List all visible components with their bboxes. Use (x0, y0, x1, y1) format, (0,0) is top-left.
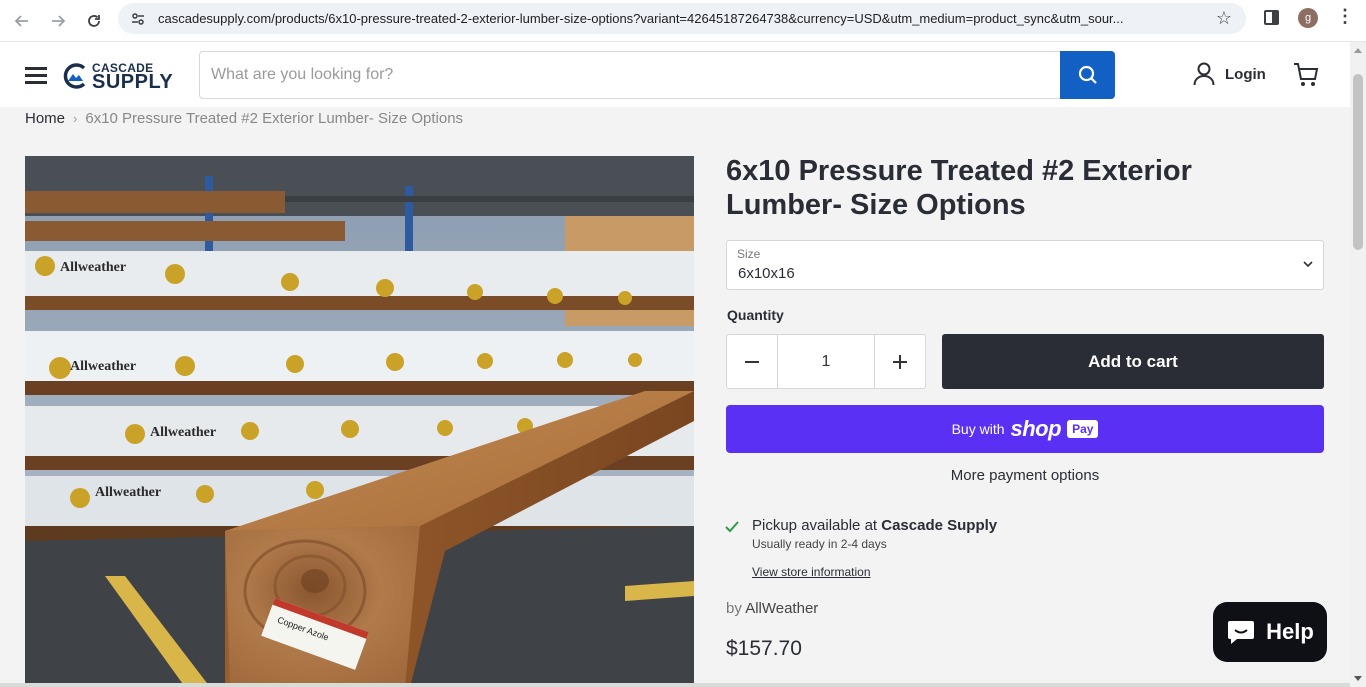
bottom-divider (0, 683, 1350, 687)
pickup-prefix: Pickup available at (752, 517, 878, 534)
vendor-line: by AllWeather (726, 600, 818, 617)
quantity-decrease-button[interactable] (727, 335, 778, 388)
plus-icon (893, 354, 907, 369)
breadcrumb-current: 6x10 Pressure Treated #2 Exterior Lumber… (85, 110, 464, 127)
size-label: Size (737, 247, 761, 261)
svg-text:Allweather: Allweather (60, 260, 126, 275)
login-link[interactable]: Login (1193, 62, 1266, 86)
svg-text:Allweather: Allweather (150, 425, 216, 440)
chat-bubble-icon (1228, 621, 1255, 644)
forward-arrow-icon[interactable] (45, 8, 71, 34)
add-to-cart-button[interactable]: Add to cart (942, 334, 1324, 389)
quantity-input[interactable] (779, 335, 873, 388)
help-label: Help (1266, 619, 1314, 644)
side-panel-icon[interactable] (1264, 10, 1279, 25)
address-bar[interactable]: cascadesupply.com/products/6x10-pressure… (118, 3, 1246, 34)
cart-icon[interactable] (1293, 62, 1319, 93)
search-icon (1078, 65, 1097, 84)
site-settings-icon[interactable] (130, 11, 146, 27)
more-payment-options-link[interactable]: More payment options (726, 467, 1324, 484)
scroll-down-arrow-icon[interactable] (1354, 676, 1362, 681)
reload-icon[interactable] (81, 8, 107, 34)
svg-text:Allweather: Allweather (95, 485, 161, 500)
breadcrumb: Home › 6x10 Pressure Treated #2 Exterior… (25, 110, 463, 127)
user-icon (1193, 62, 1215, 86)
quantity-increase-button[interactable] (874, 335, 925, 388)
size-select[interactable]: Size 6x10x16 (726, 240, 1324, 290)
url-text[interactable]: cascadesupply.com/products/6x10-pressure… (158, 11, 1203, 26)
hamburger-menu-icon[interactable] (25, 67, 47, 84)
browser-toolbar: cascadesupply.com/products/6x10-pressure… (0, 0, 1366, 42)
svg-text:Allweather: Allweather (70, 359, 136, 374)
view-store-information-link[interactable]: View store information (752, 565, 871, 579)
pickup-store-name: Cascade Supply (881, 517, 998, 534)
shop-logo-text: shop (1010, 416, 1062, 441)
login-label: Login (1225, 65, 1266, 83)
search-button[interactable] (1060, 51, 1115, 99)
browser-menu-icon[interactable]: ⋮ (1336, 6, 1354, 27)
checkmark-icon (725, 520, 739, 536)
product-image[interactable]: Allweather Allweather Allweather Allweat… (25, 156, 694, 687)
scroll-up-arrow-icon[interactable] (1354, 48, 1362, 53)
logo-text-bottom: SUPPLY (92, 71, 174, 93)
minus-icon (745, 360, 759, 363)
chevron-down-icon (1303, 259, 1313, 271)
breadcrumb-home-link[interactable]: Home (25, 110, 65, 127)
size-value: 6x10x16 (738, 265, 795, 282)
logo-mountain-icon (63, 63, 86, 89)
breadcrumb-separator: › (73, 111, 78, 126)
quantity-label: Quantity (727, 307, 784, 323)
product-title: 6x10 Pressure Treated #2 Exterior Lumber… (726, 155, 1192, 221)
search-input[interactable] (200, 52, 1060, 98)
product-price: $157.70 (726, 637, 802, 660)
page-scrollbar[interactable] (1350, 42, 1366, 687)
vendor-prefix: by (726, 600, 742, 617)
site-logo[interactable]: CASCADE SUPPLY (62, 60, 174, 93)
buy-with-label: Buy with (951, 421, 1005, 437)
vendor-name[interactable]: AllWeather (745, 600, 818, 617)
scrollbar-thumb[interactable] (1353, 74, 1363, 250)
pickup-ready-time: Usually ready in 2-4 days (752, 537, 887, 551)
site-header: CASCADE SUPPLY Login (0, 42, 1350, 107)
back-arrow-icon[interactable] (9, 8, 35, 34)
help-chat-button[interactable]: Help (1213, 602, 1327, 662)
buy-with-shop-pay-button[interactable]: Buy with shop Pay (726, 405, 1324, 453)
bookmark-star-icon[interactable]: ☆ (1216, 8, 1232, 29)
pickup-availability: Pickup available at Cascade Supply (752, 517, 997, 534)
pay-badge: Pay (1067, 420, 1099, 438)
search-bar (199, 51, 1115, 99)
profile-avatar[interactable]: g (1298, 8, 1318, 28)
quantity-stepper (726, 334, 926, 389)
